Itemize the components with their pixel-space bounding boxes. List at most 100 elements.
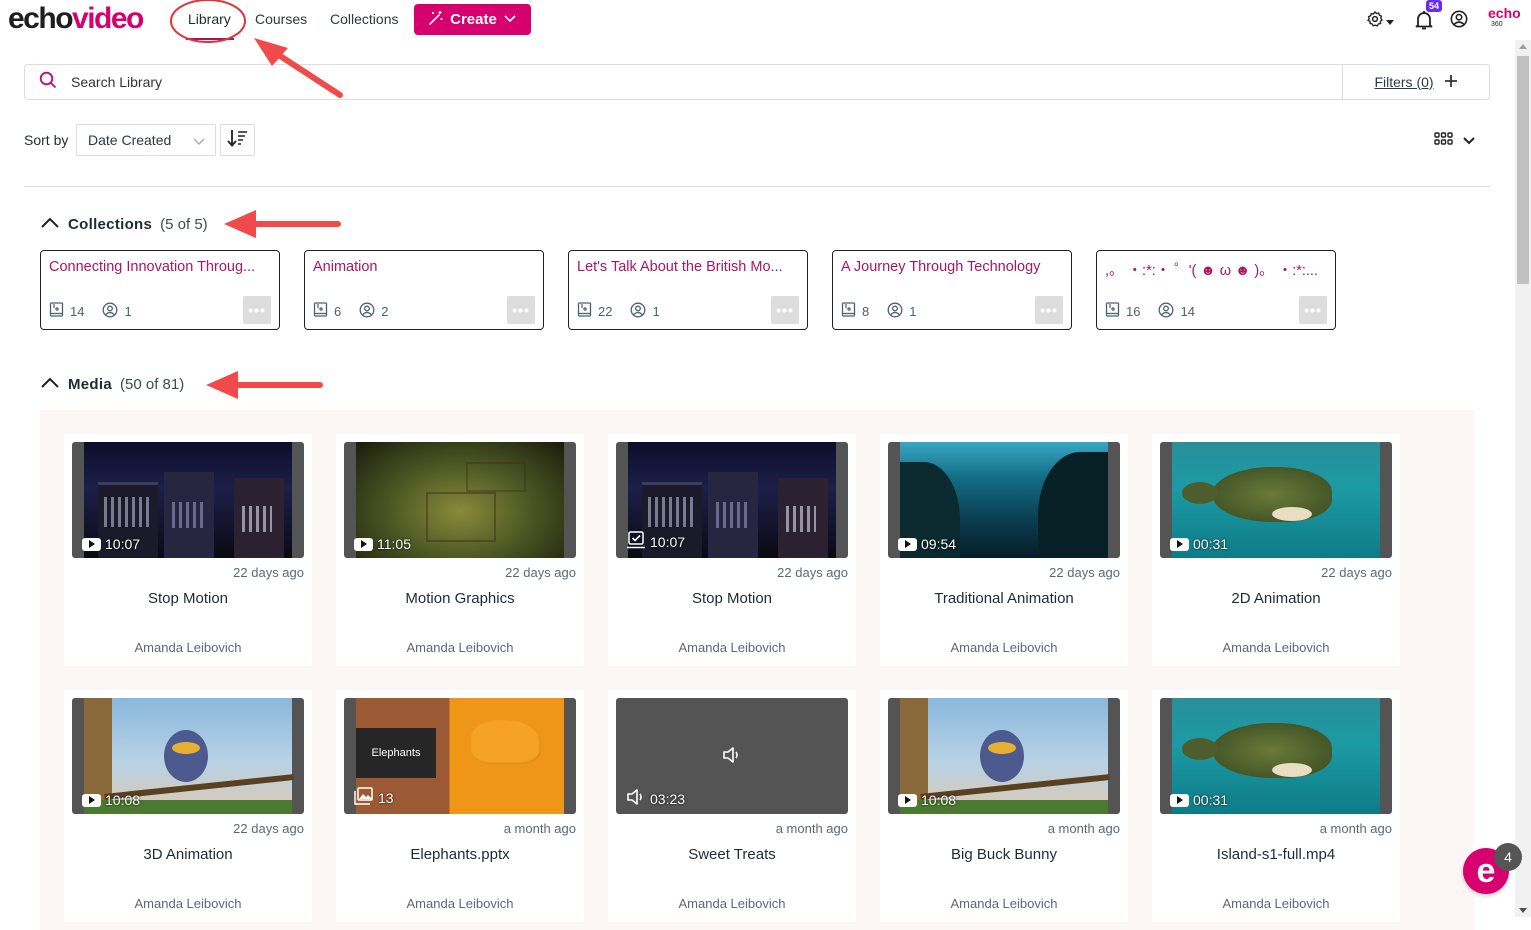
collection-meta: 6 2 — [313, 302, 406, 321]
notifications-button[interactable] — [1415, 10, 1433, 35]
user-circle-icon — [1158, 302, 1174, 321]
bell-icon — [1415, 10, 1433, 35]
media-title[interactable]: Sweet Treats — [608, 846, 856, 863]
media-date: 22 days ago — [233, 821, 304, 836]
scrollbar-thumb[interactable] — [1517, 56, 1529, 284]
scroll-up-arrow[interactable] — [1519, 44, 1527, 49]
media-duration: 10:08 — [898, 792, 956, 808]
sort-by-label: Sort by — [24, 132, 69, 148]
user-profile-button[interactable] — [1450, 10, 1468, 33]
ellipsis-icon: ••• — [1040, 302, 1058, 318]
media-thumbnail[interactable]: 10:08 — [72, 698, 304, 814]
media-title[interactable]: 2D Animation — [1152, 590, 1400, 607]
media-card[interactable]: 10:08 22 days ago 3D Animation Amanda Le… — [64, 690, 312, 922]
top-navigation-bar: echovideo Library Courses Collections Cr… — [0, 0, 1521, 40]
collection-title[interactable]: Let's Talk About the British Mo... — [577, 259, 801, 275]
media-duration: 09:54 — [898, 536, 956, 552]
media-title[interactable]: Stop Motion — [64, 590, 312, 607]
more-options-button[interactable]: ••• — [771, 296, 799, 324]
media-date: 22 days ago — [1321, 565, 1392, 580]
sort-by-select[interactable]: Date Created — [76, 124, 216, 156]
media-title[interactable]: Motion Graphics — [336, 590, 584, 607]
more-options-button[interactable]: ••• — [507, 296, 535, 324]
media-book-icon — [49, 302, 64, 321]
media-title[interactable]: Island-s1-full.mp4 — [1152, 846, 1400, 863]
sort-direction-button[interactable] — [220, 124, 255, 156]
media-thumbnail[interactable]: 10:07 — [72, 442, 304, 558]
media-thumbnail[interactable]: 00:31 — [1160, 442, 1392, 558]
media-thumbnail[interactable]: 00:31 — [1160, 698, 1392, 814]
collection-card[interactable]: Let's Talk About the British Mo... 22 1 … — [568, 250, 808, 330]
ellipsis-icon: ••• — [776, 302, 794, 318]
media-duration: 00:31 — [1170, 792, 1228, 808]
view-mode-toggle[interactable] — [1434, 132, 1475, 150]
media-owner: Amanda Leibovich — [134, 896, 242, 911]
media-duration: 13 — [354, 787, 394, 808]
vertical-scrollbar[interactable] — [1515, 40, 1531, 917]
search-input[interactable] — [71, 74, 1342, 90]
media-card[interactable]: 11:05 22 days ago Motion Graphics Amanda… — [336, 434, 584, 666]
create-button[interactable]: Create — [414, 4, 531, 35]
media-card[interactable]: 00:31 a month ago Island-s1-full.mp4 Ama… — [1152, 690, 1400, 922]
nav-courses[interactable]: Courses — [255, 11, 307, 27]
more-options-button[interactable]: ••• — [1299, 296, 1327, 324]
audio-placeholder — [722, 746, 742, 769]
media-grid: 10:07 22 days ago Stop Motion Amanda Lei… — [40, 410, 1474, 930]
collections-section-header[interactable]: Collections (5 of 5) — [40, 216, 208, 233]
media-card[interactable]: 00:31 22 days ago 2D Animation Amanda Le… — [1152, 434, 1400, 666]
play-icon — [898, 793, 917, 807]
media-thumbnail[interactable]: 10:08 — [888, 698, 1120, 814]
media-thumbnail[interactable]: 09:54 — [888, 442, 1120, 558]
chevron-up-icon[interactable] — [40, 216, 60, 233]
collection-card[interactable]: ,。 ・:*:・ ゜'( ☻ ω ☻ )。 ・:*:... 16 14 ••• — [1096, 250, 1336, 330]
media-card[interactable]: 09:54 22 days ago Traditional Animation … — [880, 434, 1128, 666]
filters-button[interactable]: Filters (0) — [1342, 65, 1489, 99]
media-title[interactable]: 3D Animation — [64, 846, 312, 863]
nav-collections[interactable]: Collections — [330, 11, 398, 27]
media-owner: Amanda Leibovich — [950, 640, 1058, 655]
echo360-logo[interactable]: echo 360 — [1488, 6, 1521, 30]
member-count: 2 — [381, 304, 389, 319]
collection-card[interactable]: A Journey Through Technology 8 1 ••• — [832, 250, 1072, 330]
media-owner: Amanda Leibovich — [134, 640, 242, 655]
more-options-button[interactable]: ••• — [1035, 296, 1063, 324]
media-title[interactable]: Stop Motion — [608, 590, 856, 607]
collection-title[interactable]: ,。 ・:*:・ ゜'( ☻ ω ☻ )。 ・:*:... — [1105, 259, 1329, 280]
grid-view-icon — [1434, 132, 1453, 150]
media-card[interactable]: 03:23 a month ago Sweet Treats Amanda Le… — [608, 690, 856, 922]
collection-title[interactable]: A Journey Through Technology — [841, 259, 1065, 275]
media-section-header[interactable]: Media (50 of 81) — [40, 376, 184, 393]
collection-title[interactable]: Connecting Innovation Throug... — [49, 259, 273, 275]
media-thumbnail[interactable]: 10:07 — [616, 442, 848, 558]
image-gallery-icon — [354, 787, 374, 808]
collection-meta: 16 14 — [1105, 302, 1213, 321]
nav-library[interactable]: Library — [188, 11, 231, 27]
user-circle-icon — [1450, 10, 1468, 33]
echovideo-logo[interactable]: echovideo — [8, 2, 144, 36]
media-card[interactable]: 10:07 22 days ago Stop Motion Amanda Lei… — [64, 434, 312, 666]
collection-card[interactable]: Animation 6 2 ••• — [304, 250, 544, 330]
scroll-down-arrow[interactable] — [1519, 908, 1527, 913]
media-title[interactable]: Big Buck Bunny — [880, 846, 1128, 863]
speaker-icon — [722, 747, 742, 768]
collection-card[interactable]: Connecting Innovation Throug... 14 1 ••• — [40, 250, 280, 330]
collection-title[interactable]: Animation — [313, 259, 537, 275]
play-icon — [82, 537, 101, 551]
media-owner: Amanda Leibovich — [678, 640, 786, 655]
settings-menu-button[interactable] — [1366, 10, 1394, 33]
nav-active-indicator — [186, 38, 234, 40]
media-title[interactable]: Traditional Animation — [880, 590, 1128, 607]
play-icon — [1170, 793, 1189, 807]
media-card[interactable]: Elephants 13 a month ago Elephants.pptx … — [336, 690, 584, 922]
media-owner: Amanda Leibovich — [678, 896, 786, 911]
media-thumbnail[interactable]: 11:05 — [344, 442, 576, 558]
media-count: 6 — [334, 304, 342, 319]
more-options-button[interactable]: ••• — [243, 296, 271, 324]
media-title[interactable]: Elephants.pptx — [336, 846, 584, 863]
media-thumbnail[interactable]: Elephants 13 — [344, 698, 576, 814]
chevron-up-icon[interactable] — [40, 376, 60, 393]
media-thumbnail[interactable]: 03:23 — [616, 698, 848, 814]
media-card[interactable]: 10:07 22 days ago Stop Motion Amanda Lei… — [608, 434, 856, 666]
member-count: 1 — [909, 304, 917, 319]
media-card[interactable]: 10:08 a month ago Big Buck Bunny Amanda … — [880, 690, 1128, 922]
